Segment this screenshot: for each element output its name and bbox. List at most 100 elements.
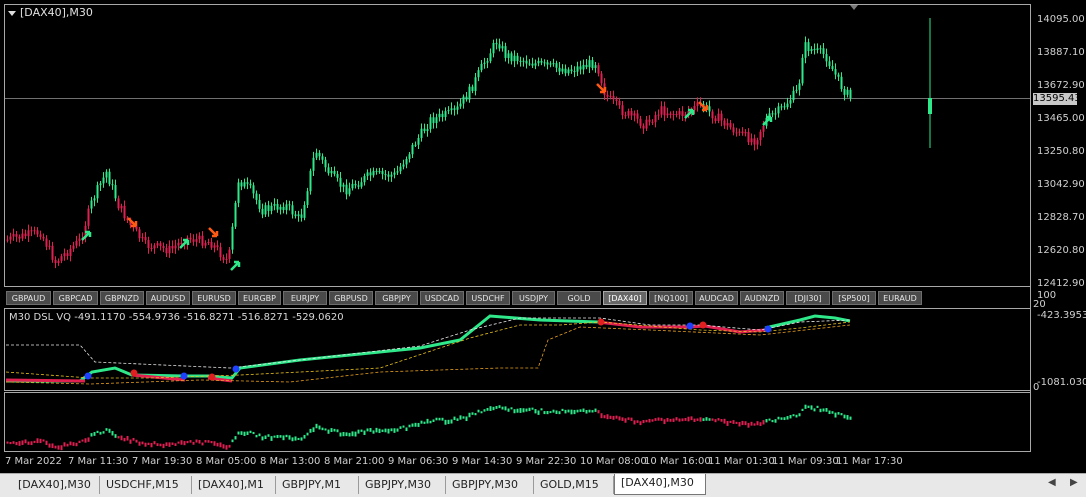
oscillator-bar (804, 404, 807, 409)
oscillator-bar (306, 432, 309, 436)
candle-body (627, 111, 630, 116)
symbol-button[interactable]: EURGBP (238, 291, 281, 305)
candle-body (465, 96, 468, 100)
oscillator-bar (186, 440, 189, 444)
candle-body (639, 118, 642, 126)
oscillator-bar (519, 408, 522, 413)
candle-body (207, 241, 210, 243)
oscillator-bar (540, 408, 543, 411)
oscillator-bar (486, 407, 489, 411)
oscillator-bar (381, 429, 384, 432)
oscillator-bar (120, 435, 123, 441)
candle-body (585, 64, 588, 68)
oscillator-bar (627, 417, 630, 420)
oscillator-bar (666, 417, 669, 422)
candle-body (93, 198, 96, 201)
chart-tab-active[interactable]: [DAX40],M30 (614, 474, 706, 495)
x-axis-label: 8 Mar 13:00 (260, 456, 321, 467)
candle-body (42, 236, 45, 239)
chart-tab[interactable]: GOLD,M15 (534, 476, 614, 494)
oscillator-bar (504, 406, 507, 411)
oscillator-bar (792, 414, 795, 417)
oscillator-bar (72, 442, 75, 446)
candle-body (312, 157, 315, 171)
symbol-button[interactable]: GBPUSD (329, 291, 373, 305)
symbol-button-active[interactable]: [DAX40] (603, 291, 647, 305)
oscillator-bar (426, 418, 429, 424)
oscillator-bar (429, 420, 432, 424)
chart-tab[interactable]: GBPJPY,M30 (359, 476, 446, 494)
candle-body (366, 172, 369, 177)
symbol-button[interactable]: GBPAUD (6, 291, 51, 305)
symbol-button[interactable]: [SP500] (832, 291, 876, 305)
candle-body (69, 248, 72, 256)
oscillator-bar (153, 441, 156, 445)
symbol-button[interactable]: [DJI30] (786, 291, 830, 305)
symbol-button[interactable]: USDJPY (512, 291, 555, 305)
candle-body (537, 60, 540, 64)
symbol-button[interactable]: EURUSD (192, 291, 236, 305)
symbol-button[interactable]: GBPNZD (100, 291, 144, 305)
oscillator-bar (84, 438, 87, 443)
candle-body (327, 167, 330, 174)
symbol-button[interactable]: USDCAD (420, 291, 464, 305)
candle-body (600, 73, 603, 84)
candle-body (928, 98, 932, 114)
chart-tab[interactable]: GBPJPY,M1 (276, 476, 359, 494)
candle-body (339, 177, 342, 187)
symbol-button[interactable]: GOLD (557, 291, 601, 305)
candle-body (114, 185, 117, 199)
candle-body (252, 185, 255, 194)
oscillator-bar (450, 419, 453, 424)
candle-body (561, 68, 564, 72)
candle-body (306, 191, 309, 205)
symbol-button[interactable]: EURAUD (878, 291, 922, 305)
symbol-button[interactable]: GBPJPY (375, 291, 418, 305)
y-axis-label: 12828.70 (1037, 212, 1085, 223)
candle-body (711, 111, 714, 119)
tab-scroll-left-icon[interactable]: ◀ (1048, 477, 1058, 489)
tab-scroll-right-icon[interactable]: ▶ (1070, 477, 1080, 489)
dsl-signal-line (6, 317, 851, 369)
chart-tab[interactable]: [DAX40],M1 (192, 476, 276, 494)
oscillator-bar (123, 437, 126, 442)
chart-tab[interactable]: [DAX40],M30 (12, 476, 100, 494)
candle-body (483, 62, 486, 64)
candle-body (279, 206, 282, 210)
symbol-button[interactable]: GBPCAD (53, 291, 98, 305)
oscillator-bar (258, 433, 261, 437)
oscillator-bar (300, 437, 303, 441)
symbol-button[interactable]: AUDUSD (146, 291, 190, 305)
candle-body (558, 67, 561, 72)
symbol-button[interactable]: AUDCAD (695, 291, 738, 305)
chart-tab[interactable]: GBPJPY,M30 (446, 476, 534, 494)
chart-canvas[interactable] (0, 0, 1086, 496)
oscillator-bar (459, 415, 462, 420)
chart-tab[interactable]: USDCHF,M15 (100, 476, 192, 494)
candle-body (501, 46, 504, 49)
oscillator-bar (363, 430, 366, 435)
oscillator-bar (495, 405, 498, 409)
oscillator-bar (753, 423, 756, 426)
oscillator-bar (12, 441, 15, 444)
symbol-button[interactable]: USDCHF (466, 291, 510, 305)
symbol-button[interactable]: AUDNZD (740, 291, 784, 305)
oscillator-bar (681, 418, 684, 422)
oscillator-bar (312, 427, 315, 433)
oscillator-bar (333, 428, 336, 432)
chart-shift-marker[interactable] (850, 5, 858, 10)
oscillator-bar (558, 411, 561, 415)
symbol-button[interactable]: [NQ100] (649, 291, 693, 305)
oscillator-bar (570, 409, 573, 415)
oscillator-bar (99, 431, 102, 435)
candle-body (54, 259, 57, 264)
dropdown-triangle-icon[interactable] (8, 10, 16, 16)
candle-body (357, 185, 360, 187)
x-axis-label: 9 Mar 14:30 (452, 456, 513, 467)
candle-body (615, 99, 618, 102)
oscillator-bar (549, 411, 552, 414)
symbol-button[interactable]: EURJPY (283, 291, 327, 305)
candle-body (714, 118, 717, 121)
candle-body (372, 170, 375, 176)
oscillator-bar (114, 434, 117, 438)
